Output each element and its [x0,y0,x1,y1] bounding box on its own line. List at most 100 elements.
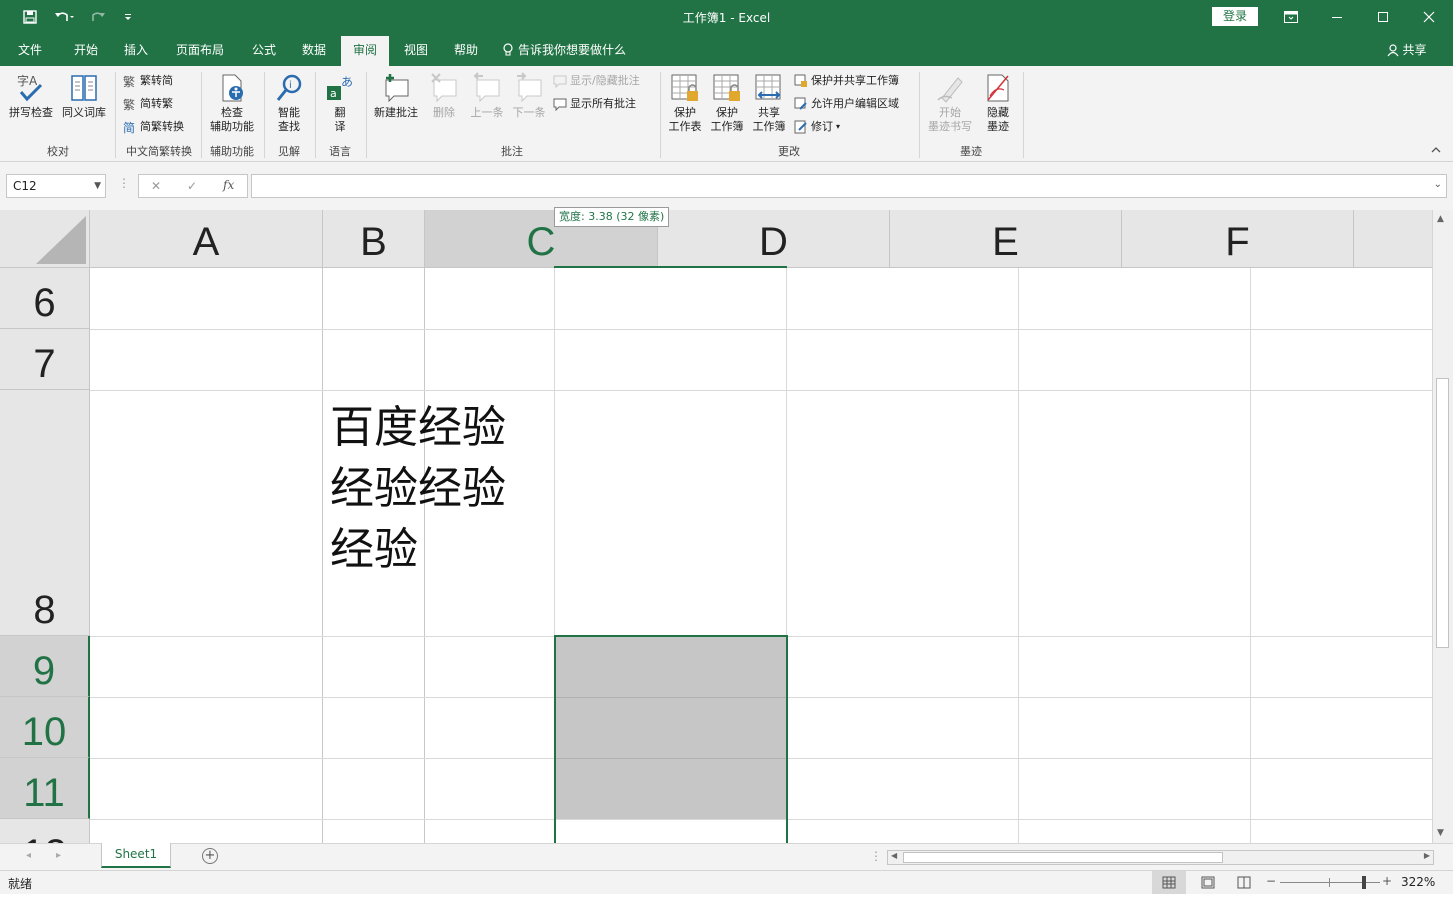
worksheet-grid[interactable]: A B C D E F 6 7 8 9 10 11 12 百度经验 经验经验 经… [0,210,1432,843]
page-break-view-button[interactable] [1232,871,1256,894]
tab-data[interactable]: 数据 [292,34,336,66]
tab-help[interactable]: 帮助 [444,34,488,66]
zoom-in-icon[interactable]: + [1382,874,1392,888]
column-header-f[interactable]: F [1122,210,1354,268]
svg-text:简: 简 [123,121,135,134]
splitter-icon[interactable]: ⋮ [870,849,882,863]
next-comment-button[interactable]: 下一条 [508,72,550,120]
protect-share-button[interactable]: 保护并共享工作簿 [794,72,899,90]
thesaurus-button[interactable]: 同义词库 [58,72,110,120]
row-header-6[interactable]: 6 [0,268,90,329]
formula-bar: C12 ▼ ⋮ ✕ ✓ fx ⌄ [0,162,1453,210]
new-comment-button[interactable]: 新建批注 [370,72,422,120]
group-label-proofing: 校对 [47,145,69,158]
tab-formulas[interactable]: 公式 [242,34,286,66]
lightbulb-icon [503,43,513,56]
name-box[interactable]: C12 ▼ [6,174,106,198]
track-changes-button[interactable]: 修订 ▾ [794,118,840,136]
allow-edit-ranges-button[interactable]: 允许用户编辑区域 [794,95,899,113]
column-header-b[interactable]: B [323,210,425,268]
column-header-a[interactable]: A [90,210,323,268]
thesaurus-label: 同义词库 [62,106,106,119]
share-workbook-label-2: 工作簿 [752,120,786,133]
collapse-ribbon-icon[interactable] [1430,144,1444,158]
show-hide-comment-button[interactable]: 显示/隐藏批注 [553,72,640,90]
share-button[interactable]: 共享 [1380,34,1434,66]
tab-home[interactable]: 开始 [62,34,110,66]
hide-ink-button[interactable]: 隐藏 墨迹 [978,72,1018,134]
cancel-icon[interactable]: ✕ [151,179,161,193]
share-workbook-button[interactable]: 共享 工作簿 [748,72,790,134]
close-icon[interactable] [1406,0,1452,34]
scroll-right-icon[interactable]: ▶ [1424,851,1430,860]
start-inking-button[interactable]: 开始 墨迹书写 [922,72,978,134]
scroll-up-icon[interactable]: ▲ [1437,214,1444,224]
zoom-out-icon[interactable]: − [1266,874,1276,888]
convert-chinese-button[interactable]: 简 简繁转换 [123,118,184,136]
page-layout-view-button[interactable] [1196,871,1220,894]
tab-insert[interactable]: 插入 [114,34,158,66]
svg-text:i: i [289,80,292,91]
column-header-g[interactable] [1354,210,1432,268]
simp-to-trad-button[interactable]: 繁 简转繁 [123,95,173,113]
formula-splitter-icon[interactable]: ⋮ [118,176,130,196]
next-sheet-icon[interactable]: ▸ [56,850,61,861]
zoom-level[interactable]: 322% [1401,875,1435,889]
minimize-icon[interactable] [1314,0,1360,34]
insert-function-icon[interactable]: fx [223,178,234,192]
select-all-button[interactable] [0,210,90,268]
prev-comment-button[interactable]: 上一条 [466,72,508,120]
chevron-down-icon[interactable]: ▼ [94,175,101,197]
normal-view-button[interactable] [1152,871,1186,894]
scroll-down-icon[interactable]: ▼ [1437,828,1444,838]
check-label-2: 辅助功能 [210,120,254,133]
show-all-comments-button[interactable]: 显示所有批注 [553,95,636,113]
vertical-scroll-thumb[interactable] [1436,378,1449,648]
tell-me-box[interactable]: 告诉我你想要做什么 [502,34,638,66]
group-divider [660,72,661,158]
row-header-12[interactable]: 12 [0,819,90,843]
cell-b8-text[interactable]: 百度经验 经验经验 经验 [330,397,506,580]
row-header-11[interactable]: 11 [0,758,90,819]
sheet-tab-sheet1[interactable]: Sheet1 [101,843,171,868]
sheet-tab-bar: ◂ ▸ Sheet1 + ⋮ ◀ ▶ [0,843,1453,870]
spell-check-button[interactable]: 字A 拼写检查 [6,72,56,120]
spell-check-icon: 字A [17,73,43,102]
maximize-icon[interactable] [1360,0,1406,34]
trad-to-simp-button[interactable]: 繁 繁转简 [123,72,173,90]
scroll-left-icon[interactable]: ◀ [891,851,897,860]
tell-me-label: 告诉我你想要做什么 [518,43,627,57]
enter-icon[interactable]: ✓ [187,179,197,193]
row-header-9[interactable]: 9 [0,636,90,697]
tab-page-layout[interactable]: 页面布局 [168,34,232,66]
translate-button[interactable]: aあ 翻 译 [320,72,360,134]
expand-formula-icon[interactable]: ⌄ [1434,179,1442,190]
horizontal-scrollbar[interactable]: ◀ ▶ [887,850,1434,865]
smart-lookup-button[interactable]: i 智能 查找 [268,72,310,134]
column-header-e[interactable]: E [890,210,1122,268]
column-header-d[interactable]: D [658,210,890,268]
group-divider [201,72,202,158]
protect-sheet-button[interactable]: 保护 工作表 [664,72,706,134]
login-button[interactable]: 登录 [1212,7,1258,26]
prev-sheet-icon[interactable]: ◂ [26,850,31,861]
zoom-slider-thumb[interactable] [1362,876,1366,889]
tab-view[interactable]: 视图 [394,34,438,66]
svg-text:繁: 繁 [123,97,135,111]
check-accessibility-button[interactable]: 检查 辅助功能 [204,72,260,134]
row-header-10[interactable]: 10 [0,697,90,758]
protect-workbook-button[interactable]: 保护 工作簿 [706,72,748,134]
group-divider [919,72,920,158]
vertical-scrollbar[interactable]: ▲ ▼ [1432,210,1453,843]
row-header-8[interactable]: 8 [0,390,90,636]
delete-comment-button[interactable]: 删除 [424,72,464,120]
formula-input[interactable]: ⌄ [251,174,1447,198]
new-comment-label: 新建批注 [374,106,418,119]
add-sheet-icon[interactable]: + [202,848,218,864]
horizontal-scroll-thumb[interactable] [903,852,1223,863]
tab-review[interactable]: 审阅 [341,36,389,66]
tab-file[interactable]: 文件 [8,34,52,66]
ribbon-display-icon[interactable] [1268,0,1314,34]
hide-ink-icon [987,74,1009,102]
row-header-7[interactable]: 7 [0,329,90,390]
